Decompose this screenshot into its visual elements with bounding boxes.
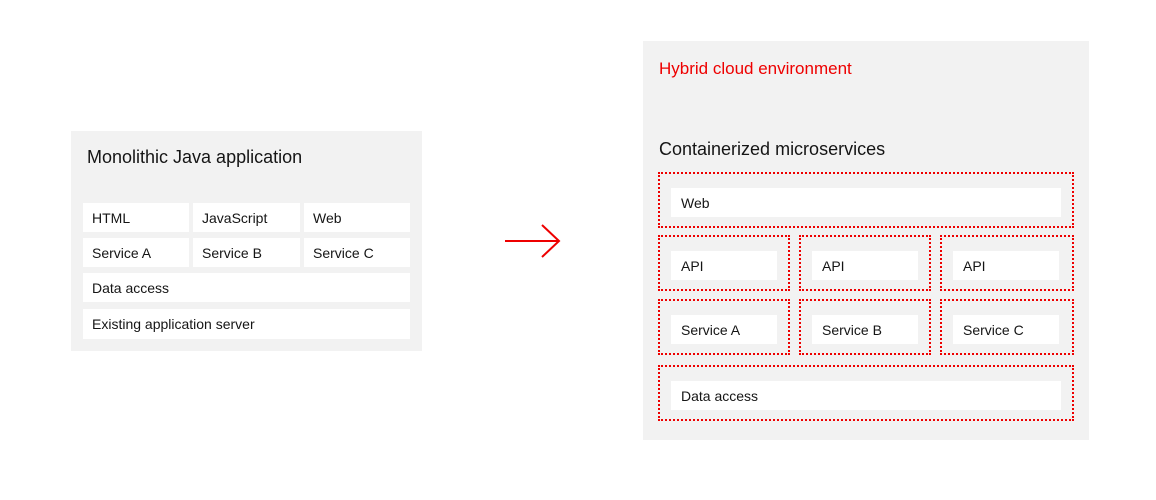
api-container-3: API bbox=[940, 235, 1074, 291]
service-a-container: Service A bbox=[658, 299, 790, 355]
monolith-service-a-box: Service A bbox=[83, 238, 189, 267]
monolith-html-box: HTML bbox=[83, 203, 189, 232]
monolith-data-access-box: Data access bbox=[83, 273, 410, 302]
web-container: Web bbox=[658, 172, 1074, 228]
api-box-3: API bbox=[953, 251, 1059, 280]
monolith-service-b-box: Service B bbox=[193, 238, 300, 267]
service-c-container: Service C bbox=[940, 299, 1074, 355]
web-box: Web bbox=[671, 188, 1061, 217]
api-box-1: API bbox=[671, 251, 777, 280]
monolith-javascript-box: JavaScript bbox=[193, 203, 300, 232]
hybrid-cloud-label: Hybrid cloud environment bbox=[659, 59, 852, 78]
api-box-2: API bbox=[812, 251, 918, 280]
service-c-box: Service C bbox=[953, 315, 1059, 344]
microservices-title: Containerized microservices bbox=[659, 139, 886, 159]
data-access-container: Data access bbox=[658, 365, 1074, 421]
service-a-box: Service A bbox=[671, 315, 777, 344]
monolith-title: Monolithic Java application bbox=[87, 147, 303, 167]
monolith-web-box: Web bbox=[304, 203, 410, 232]
data-access-box: Data access bbox=[671, 381, 1061, 410]
monolith-panel: Monolithic Java application HTML JavaScr… bbox=[71, 131, 422, 351]
monolith-service-c-box: Service C bbox=[304, 238, 410, 267]
hybrid-cloud-panel: Hybrid cloud environment Containerized m… bbox=[643, 41, 1089, 440]
arrow-right-icon bbox=[505, 224, 561, 258]
service-b-box: Service B bbox=[812, 315, 918, 344]
api-container-2: API bbox=[799, 235, 931, 291]
api-container-1: API bbox=[658, 235, 790, 291]
service-b-container: Service B bbox=[799, 299, 931, 355]
monolith-server-box: Existing application server bbox=[83, 309, 410, 339]
